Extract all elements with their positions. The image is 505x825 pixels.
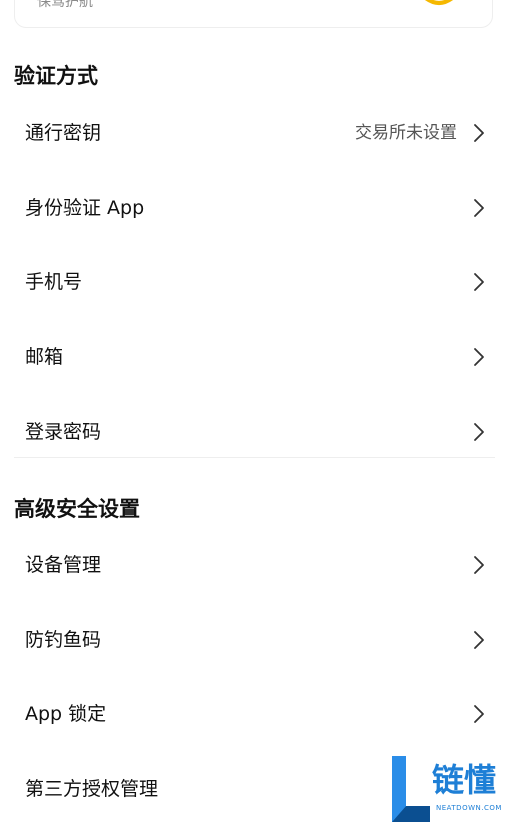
row-email[interactable]: 邮箱: [0, 327, 505, 387]
row-label: 防钓鱼码: [25, 629, 102, 651]
chevron-right-icon: [474, 631, 484, 649]
row-app-lock[interactable]: App 锁定: [0, 684, 505, 744]
section-title-verification: 验证方式: [14, 64, 98, 88]
row-label: 设备管理: [25, 554, 102, 576]
row-label: App 锁定: [25, 703, 107, 725]
chevron-right-icon: [474, 348, 484, 366]
logo-l-icon: [392, 756, 430, 822]
row-label: 第三方授权管理: [25, 778, 159, 800]
row-label: 通行密钥: [25, 122, 102, 144]
security-level-card[interactable]: 保驾护航: [14, 0, 493, 28]
chevron-right-icon: [474, 199, 484, 217]
security-card-text: 保驾护航: [37, 0, 93, 10]
row-login-password[interactable]: 登录密码: [0, 402, 505, 462]
chevron-right-icon: [474, 124, 484, 142]
watermark-logo: 链懂 NEATDOWN.COM: [392, 756, 502, 822]
row-label: 手机号: [25, 271, 83, 293]
chevron-right-icon: [474, 423, 484, 441]
chevron-right-icon: [474, 705, 484, 723]
row-passkey[interactable]: 通行密钥 交易所未设置: [0, 103, 505, 163]
watermark-text: 链懂: [432, 761, 497, 799]
security-settings-page: 保驾护航 验证方式 通行密钥 交易所未设置 身份验证 App 手机号 邮箱 登录…: [0, 0, 505, 825]
security-gauge-icon: [424, 0, 454, 5]
chevron-right-icon: [474, 556, 484, 574]
row-device-management[interactable]: 设备管理: [0, 535, 505, 595]
section-divider: [14, 457, 495, 458]
chevron-right-icon: [474, 273, 484, 291]
row-authenticator-app[interactable]: 身份验证 App: [0, 178, 505, 238]
row-label: 身份验证 App: [25, 197, 145, 219]
section-title-advanced-security: 高级安全设置: [14, 497, 140, 521]
row-label: 登录密码: [25, 421, 102, 443]
watermark-subtext: NEATDOWN.COM: [436, 804, 502, 812]
row-anti-phishing-code[interactable]: 防钓鱼码: [0, 610, 505, 670]
row-phone-number[interactable]: 手机号: [0, 252, 505, 312]
row-status-value: 交易所未设置: [355, 123, 457, 143]
row-label: 邮箱: [25, 346, 64, 368]
